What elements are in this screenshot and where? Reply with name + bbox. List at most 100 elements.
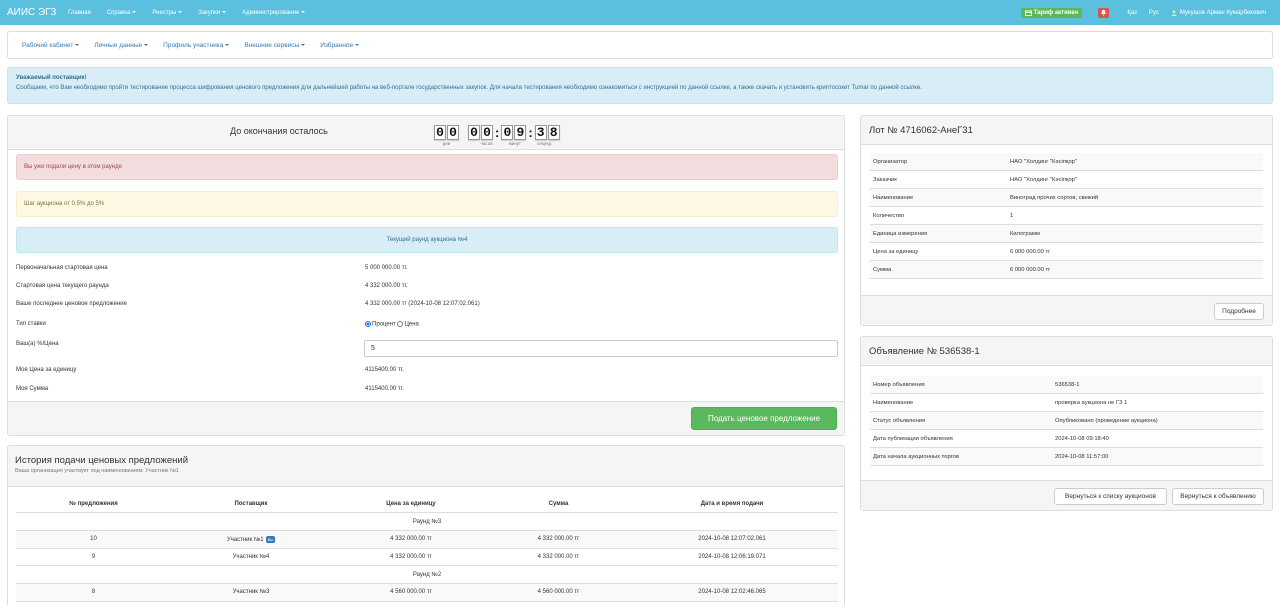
- timer-digit: 3: [534, 125, 547, 140]
- supplier-name: Участник №1: [226, 536, 264, 543]
- lang-ru-link[interactable]: Рус: [1149, 10, 1159, 16]
- round-group-header: Раунд №3: [16, 513, 838, 531]
- lot-footer: Подробнее: [861, 295, 1272, 325]
- history-subtitle: Ваша организация участвует под наименова…: [15, 468, 179, 474]
- field-label: Ваше последнее ценовое предложение: [16, 301, 127, 307]
- supplier-name: Участник №4: [232, 553, 270, 560]
- caret-down-icon: [301, 10, 306, 13]
- menu-home[interactable]: Главная: [60, 10, 99, 16]
- offer-number: 8: [91, 589, 96, 596]
- unit-price: 4 560 000.00 тг: [390, 589, 432, 596]
- submit-price-offer-button[interactable]: Подать ценовое предложение: [691, 407, 837, 430]
- tariff-badge[interactable]: Тариф активен: [1020, 7, 1083, 18]
- detail-key: Сумма: [873, 266, 892, 273]
- table-row: Наименование проверка аукциона не ГЗ 1: [870, 394, 1263, 412]
- announcement-footer: Вернуться к списку аукционов Вернуться к…: [861, 480, 1272, 510]
- timer-digit: 0: [447, 125, 459, 140]
- notifications-button[interactable]: [1098, 7, 1110, 18]
- table-row: Статус объявления Опубликовано (проведени…: [870, 412, 1263, 430]
- cabinet-nav: Рабочий кабинет Личные данные Профиль уч…: [7, 31, 1273, 59]
- submitted-at: 2024-10-08 12:07:02.061: [698, 536, 766, 543]
- bid-type-price-radio[interactable]: [397, 321, 404, 327]
- timer-days: 00 дни: [434, 125, 459, 146]
- submitted-at: 2024-10-08 12:06:19.071: [698, 553, 766, 560]
- caret-down-icon: [355, 43, 360, 46]
- nav-personal-data[interactable]: Личные данные: [94, 41, 149, 49]
- bid-type-percent-radio[interactable]: [365, 321, 371, 327]
- bid-type-options: Процент Цена: [365, 321, 419, 328]
- main-menu: Главная Справка Реестры Закупки Админист…: [60, 10, 313, 16]
- user-icon: [1171, 9, 1177, 16]
- table-row: Дата публикации объявления 2024-10-08 09:…: [870, 430, 1263, 448]
- menu-home-label: Главная: [68, 9, 91, 16]
- table-row: 9 Участник №4 4 332 000.00 тг 4 332 000.…: [16, 549, 838, 566]
- initial-price-value: 5 000 000.00 тг.: [365, 265, 408, 271]
- history-title: История подачи ценовых предложений: [15, 455, 188, 466]
- field-label: Ваш(а) %/Цена: [16, 341, 59, 347]
- caret-down-icon: [222, 10, 227, 13]
- caret-down-icon: [132, 10, 137, 13]
- menu-administration-label: Администрирование: [242, 9, 300, 16]
- detail-key: Количество: [873, 212, 905, 219]
- detail-value: Килограмм: [1010, 230, 1040, 237]
- nav-external-services[interactable]: Внешние сервисы: [244, 41, 306, 49]
- caret-down-icon: [178, 10, 183, 13]
- col-supplier: Поставщик: [234, 501, 268, 507]
- countdown-timer: 00 дни 00 : 09 : 38 часов минут секунд: [434, 125, 560, 146]
- tariff-label: Тариф активен: [1033, 9, 1079, 16]
- detail-key: Статус объявления: [873, 417, 926, 424]
- my-unit-price-value: 4115400.00 тг.: [365, 367, 404, 373]
- back-to-auctions-button[interactable]: Вернуться к списку аукционов: [1054, 488, 1167, 505]
- caret-down-icon: [225, 43, 230, 46]
- nav-personal-data-label: Личные данные: [94, 41, 143, 49]
- supplier-notice: Уважаемый поставщик! Сообщаем, что Вам н…: [7, 67, 1273, 104]
- caret-down-icon: [301, 43, 306, 46]
- lot-title: Лот № 4716062-АнеГ31: [861, 116, 1272, 145]
- timer-minutes-label: минут: [508, 141, 521, 146]
- user-menu[interactable]: Мукушов Арман Кумарбекович: [1171, 10, 1266, 16]
- brand-logo[interactable]: АИИС ЭГЗ: [0, 7, 60, 18]
- my-sum-value: 4115400.00 тг.: [365, 386, 404, 392]
- lang-kz-link[interactable]: Қаз: [1127, 10, 1137, 16]
- table-row: Единица измерения Килограмм: [870, 225, 1263, 243]
- offer-number: 9: [91, 553, 96, 560]
- timer-seconds-label: секунд: [537, 141, 552, 146]
- field-label: Моя Сумма: [16, 386, 49, 392]
- user-name: Мукушов Арман Кумарбекович: [1179, 9, 1266, 16]
- nav-cabinet[interactable]: Рабочий кабинет: [22, 42, 80, 49]
- more-details-button[interactable]: Подробнее: [1214, 303, 1264, 320]
- announcement-panel: Объявление № 536538-1 Номер объявления 53…: [860, 336, 1273, 511]
- timer-digit: 0: [501, 125, 514, 140]
- notice-title: Уважаемый поставщик!: [16, 75, 87, 81]
- nav-external-services-label: Внешние сервисы: [244, 41, 300, 49]
- menu-help[interactable]: Справка: [99, 10, 145, 16]
- table-row: Количество 1: [870, 207, 1263, 225]
- detail-value: Виноград прочих сортов, свежий: [1010, 194, 1099, 201]
- caret-down-icon: [144, 43, 149, 46]
- announcement-title: Объявление № 536538-1: [861, 337, 1272, 366]
- field-label: Первоначальная стартовая цена: [16, 265, 108, 271]
- alert-already-submitted: Вы уже подали цену в этом раунде: [16, 154, 838, 180]
- detail-key: Дата публикации объявления: [873, 435, 953, 442]
- round-start-value: 4 332 000.00 тг.: [365, 283, 408, 289]
- menu-procurements[interactable]: Закупки: [190, 10, 234, 16]
- table-row: Номер объявления 536538-1: [870, 376, 1263, 394]
- sum: 4 560 000.00 тг: [537, 589, 580, 596]
- auction-panel: До окончания осталось 00 дни 00 : 09 : 3…: [7, 115, 845, 436]
- menu-administration[interactable]: Администрирование: [234, 10, 313, 16]
- history-table: № предложения Поставщик Цена за единицу …: [16, 496, 838, 602]
- nav-participant-profile[interactable]: Профиль участника: [163, 42, 230, 49]
- nav-favorites[interactable]: Избранное: [320, 42, 360, 49]
- notice-body: Сообщаем, что Вам необходимо пройти тест…: [16, 85, 922, 91]
- last-offer-value: 4 332 000.00 тг (2024-10-08 12:07:02.061…: [365, 301, 480, 307]
- menu-procurements-label: Закупки: [198, 9, 221, 16]
- detail-value: Опубликовано (проведение аукциона): [1055, 417, 1158, 424]
- timer-colon: :: [495, 125, 500, 140]
- table-row: Дата начала аукционных торгов 2024-10-08 …: [870, 448, 1263, 466]
- bid-value-input[interactable]: 5: [364, 340, 838, 357]
- detail-key: Организатор: [873, 158, 908, 165]
- menu-registries[interactable]: Реестры: [144, 10, 190, 16]
- col-date: Дата и время подачи: [700, 501, 764, 507]
- back-to-announcement-button[interactable]: Вернуться к объявлению: [1172, 488, 1264, 505]
- calendar-icon: [1024, 10, 1032, 16]
